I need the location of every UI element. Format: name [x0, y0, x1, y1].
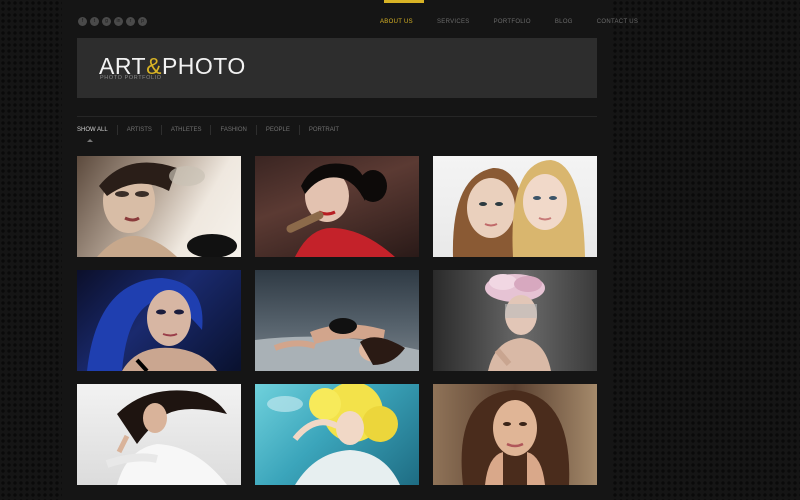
main-nav: ABOUT US SERVICES PORTFOLIO BLOG CONTACT…: [380, 19, 638, 25]
vintage-singer-photo[interactable]: [255, 156, 419, 257]
social-links: f t g in r p: [78, 17, 147, 26]
google-plus-icon[interactable]: g: [102, 17, 111, 26]
active-filter-caret-icon: [87, 139, 93, 142]
yellow-hair-photo[interactable]: [255, 384, 419, 485]
blue-hair-portrait-photo[interactable]: [77, 270, 241, 371]
nav-contact-us[interactable]: CONTACT US: [597, 19, 638, 25]
fashion-portrait-photo[interactable]: [77, 156, 241, 257]
logo-subtitle: PHOTO PORTFOLIO: [100, 75, 162, 81]
nav-blog[interactable]: BLOG: [555, 19, 573, 25]
portfolio-gallery: [77, 156, 597, 485]
rss-icon[interactable]: r: [126, 17, 135, 26]
wind-hair-photo[interactable]: [77, 384, 241, 485]
fashion-portrait-image: [97, 162, 237, 257]
nav-about-us[interactable]: ABOUT US: [380, 19, 413, 25]
portfolio-filters: SHOW ALL ARTISTS ATHLETES FASHION PEOPLE…: [77, 125, 348, 135]
nav-services[interactable]: SERVICES: [437, 19, 470, 25]
feather-headdress-image: [485, 274, 551, 371]
filter-fashion[interactable]: FASHION: [210, 125, 255, 135]
filter-athletes[interactable]: ATHLETES: [160, 125, 211, 135]
linkedin-icon[interactable]: in: [114, 17, 123, 26]
site-header: ART&PHOTO PHOTO PORTFOLIO: [77, 38, 597, 98]
filter-portrait[interactable]: PORTRAIT: [298, 125, 348, 135]
filter-people[interactable]: PEOPLE: [255, 125, 299, 135]
brunette-portrait-image: [461, 390, 570, 485]
section-divider: [77, 116, 597, 117]
vintage-singer-image: [286, 163, 395, 257]
brunette-portrait-photo[interactable]: [433, 384, 597, 485]
nav-portfolio[interactable]: PORTFOLIO: [494, 19, 531, 25]
blue-hair-portrait-image: [87, 278, 217, 371]
two-women-portrait-photo[interactable]: [433, 156, 597, 257]
two-women-portrait-image: [452, 160, 585, 257]
pinterest-icon[interactable]: p: [138, 17, 147, 26]
logo-part-photo: PHOTO: [161, 53, 246, 79]
wind-hair-image: [105, 390, 227, 485]
top-accent-bar: [384, 0, 424, 3]
filter-artists[interactable]: ARTISTS: [116, 125, 161, 135]
feather-headdress-photo[interactable]: [433, 270, 597, 371]
facebook-icon[interactable]: f: [78, 17, 87, 26]
twitter-icon[interactable]: t: [90, 17, 99, 26]
reclining-woman-image: [255, 318, 419, 371]
filter-show-all[interactable]: SHOW ALL: [77, 125, 117, 135]
reclining-woman-photo[interactable]: [255, 270, 419, 371]
yellow-hair-image: [267, 384, 400, 485]
